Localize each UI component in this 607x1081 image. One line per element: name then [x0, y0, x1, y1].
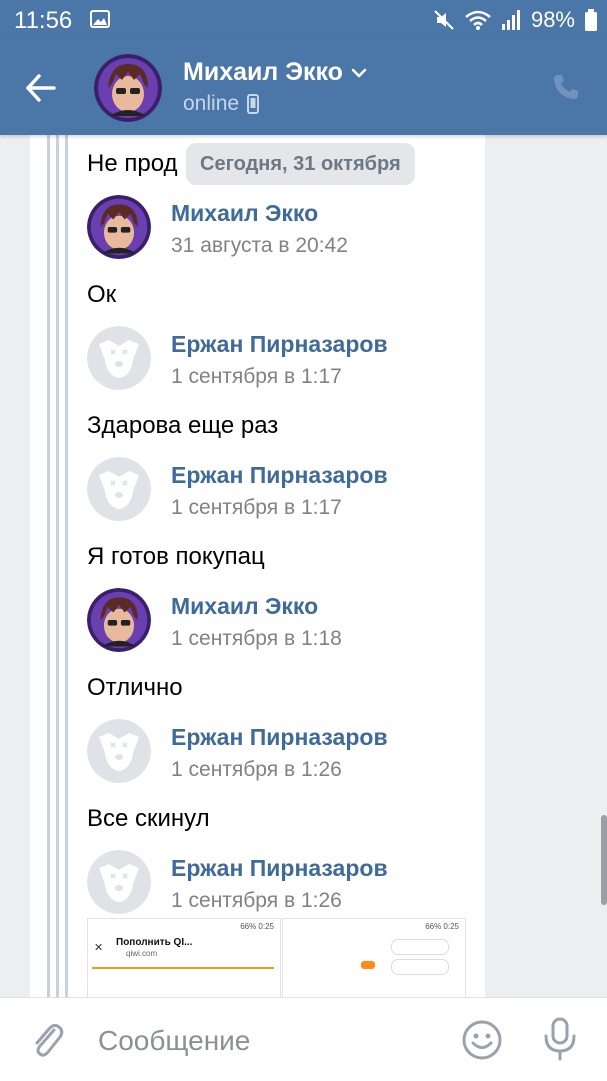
author-name[interactable]: Ержан Пирназаров	[171, 855, 388, 882]
message-composer	[0, 997, 607, 1081]
phone-icon[interactable]	[551, 72, 581, 102]
attachment-status: 66% 0:25	[425, 922, 459, 931]
author-name[interactable]: Михаил Экко	[171, 593, 318, 620]
image-icon	[90, 10, 110, 28]
battery-percent: 98%	[530, 7, 575, 32]
author-name[interactable]: Михаил Экко	[171, 200, 318, 227]
contact-name[interactable]: Михаил Экко	[183, 58, 367, 87]
pill	[391, 959, 449, 975]
status-time: 11:56	[14, 7, 73, 34]
status-text: online	[183, 92, 240, 115]
deactivated-dog-icon	[87, 457, 151, 521]
scrollbar[interactable]	[601, 815, 607, 905]
message-text: Отлично	[87, 674, 183, 701]
author-name[interactable]: Ержан Пирназаров	[171, 462, 388, 489]
microphone-icon[interactable]	[541, 1016, 579, 1062]
chevron-down-icon	[351, 68, 367, 78]
back-arrow-icon[interactable]	[20, 68, 60, 108]
forwarded-text: Не прод	[87, 150, 178, 177]
chat-header: Михаил Экко online	[0, 40, 607, 135]
author-avatar[interactable]	[87, 326, 151, 390]
deactivated-dog-icon	[87, 719, 151, 783]
attach-icon[interactable]	[28, 1020, 66, 1060]
avatar[interactable]	[94, 54, 162, 122]
close-icon: ✕	[94, 942, 104, 954]
divider	[92, 967, 274, 969]
avatar-photo	[87, 588, 151, 652]
attachment-domain: qiwi.com	[126, 949, 158, 958]
battery-icon	[585, 9, 597, 31]
message-time: 1 сентября в 1:26	[171, 758, 342, 781]
message-text: Ок	[87, 281, 117, 308]
author-avatar[interactable]	[87, 719, 151, 783]
emoji-icon[interactable]	[461, 1019, 503, 1061]
message-time: 31 августа в 20:42	[171, 234, 348, 257]
contact-status: online	[183, 92, 260, 116]
wifi-icon	[465, 10, 491, 30]
attachment-status: 66% 0:25	[240, 922, 274, 931]
message-time: 1 сентября в 1:17	[171, 496, 342, 519]
message-text: Все скинул	[87, 805, 210, 832]
photo-attachment[interactable]: 66% 0:25 ✕ Пополнить QI... qiwi.com	[87, 918, 281, 997]
deactivated-dog-icon	[87, 850, 151, 914]
message-time: 1 сентября в 1:26	[171, 889, 342, 912]
message-input[interactable]	[96, 1018, 430, 1064]
status-bar: 11:56 98%	[0, 0, 607, 40]
author-avatar[interactable]	[87, 195, 151, 259]
mobile-icon	[247, 94, 260, 114]
date-pill: Сегодня, 31 октября	[186, 143, 415, 185]
message-time: 1 сентября в 1:18	[171, 627, 342, 650]
author-name[interactable]: Ержан Пирназаров	[171, 331, 388, 358]
author-avatar[interactable]	[87, 457, 151, 521]
chat-bubble	[361, 961, 375, 969]
attachment-title: Пополнить QI...	[116, 937, 193, 948]
author-name[interactable]: Ержан Пирназаров	[171, 724, 388, 751]
pill	[391, 939, 449, 955]
photo-attachment[interactable]: 66% 0:25	[282, 918, 466, 997]
deactivated-dog-icon	[87, 326, 151, 390]
avatar-photo	[87, 195, 151, 259]
status-icons: 98%	[433, 7, 597, 33]
signal-icon	[501, 10, 520, 30]
message-text: Я готов покупац	[87, 543, 265, 570]
message-text: Здарова еще раз	[87, 412, 279, 439]
message-time: 1 сентября в 1:17	[171, 365, 342, 388]
chat-area[interactable]: Не прод Сегодня, 31 октября Михаил Экко …	[0, 135, 607, 997]
avatar-photo	[94, 54, 162, 122]
mute-icon	[434, 10, 454, 30]
author-avatar[interactable]	[87, 850, 151, 914]
forward-quote-lines	[47, 135, 77, 997]
author-avatar[interactable]	[87, 588, 151, 652]
contact-name-text: Михаил Экко	[183, 58, 343, 86]
